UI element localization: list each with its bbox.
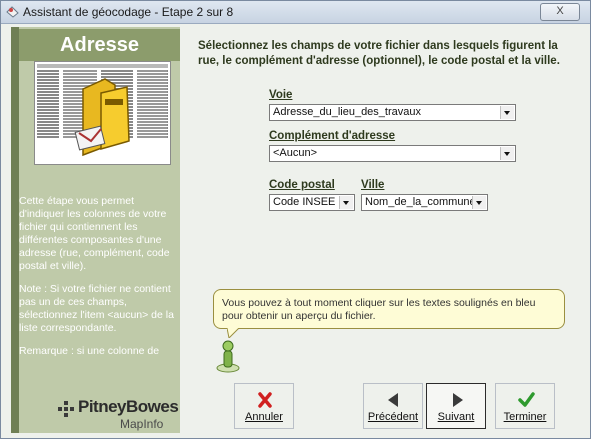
window-title: Assistant de géocodage - Etape 2 sur 8 xyxy=(23,5,234,19)
pitney-bowes-mark-icon xyxy=(58,401,74,417)
tip-bubble: Vous pouvez à tout moment cliquer sur le… xyxy=(213,289,565,329)
left-panel-stripe xyxy=(11,27,19,433)
step-remark: Remarque : si une colonne de xyxy=(19,345,160,357)
close-button[interactable]: X xyxy=(540,3,580,21)
step-title: Adresse xyxy=(19,29,180,61)
checkmark-icon xyxy=(518,392,535,407)
previous-label: Précédent xyxy=(367,411,419,423)
ville-value: Nom_de_la_commune_lieu xyxy=(365,196,488,208)
ville-select[interactable]: Nom_de_la_commune_lieu xyxy=(361,194,488,211)
mail-folder-icon xyxy=(74,78,130,157)
assistant-figure-icon xyxy=(216,340,240,373)
instructions-heading: Sélectionnez les champs de votre fichier… xyxy=(198,40,560,67)
ville-label[interactable]: Ville xyxy=(361,179,384,191)
complement-value: <Aucun> xyxy=(273,147,318,159)
wizard-app-icon xyxy=(6,6,19,18)
voie-label[interactable]: Voie xyxy=(269,89,292,101)
previous-button[interactable]: Précédent xyxy=(363,383,423,429)
code-postal-value: Code INSEE xyxy=(273,196,336,208)
voie-select[interactable]: Adresse_du_lieu_des_travaux xyxy=(269,104,516,121)
finish-label: Terminer xyxy=(503,411,547,423)
chevron-down-icon[interactable] xyxy=(500,106,514,119)
code-postal-select[interactable]: Code INSEE xyxy=(269,194,355,211)
next-label: Suivant xyxy=(437,411,475,423)
title-bar[interactable]: Assistant de géocodage - Etape 2 sur 8 X xyxy=(1,1,590,24)
wizard-window: Assistant de géocodage - Etape 2 sur 8 X… xyxy=(0,0,591,439)
chevron-down-icon[interactable] xyxy=(500,147,514,160)
cancel-icon xyxy=(258,392,272,408)
finish-button[interactable]: Terminer xyxy=(495,383,555,429)
logo-name: PitneyBowes xyxy=(78,397,179,416)
step-description: Cette étape vous permet d'indiquer les c… xyxy=(19,195,170,272)
voie-value: Adresse_du_lieu_des_travaux xyxy=(273,106,421,118)
arrow-right-icon xyxy=(453,393,463,407)
tip-text: Vous pouvez à tout moment cliquer sur le… xyxy=(222,297,536,322)
complement-label[interactable]: Complément d'adresse xyxy=(269,130,395,142)
logo-subtitle: MapInfo xyxy=(120,417,164,431)
chevron-down-icon[interactable] xyxy=(472,196,486,209)
complement-select[interactable]: <Aucun> xyxy=(269,145,516,162)
chevron-down-icon[interactable] xyxy=(339,196,353,209)
step-note: Note : Si votre fichier ne contient pas … xyxy=(19,283,174,334)
arrow-left-icon xyxy=(388,393,398,407)
cancel-label: Annuler xyxy=(245,411,283,423)
next-button[interactable]: Suivant xyxy=(426,383,486,429)
cancel-button[interactable]: Annuler xyxy=(234,383,294,429)
code-postal-label[interactable]: Code postal xyxy=(269,179,335,191)
close-icon: X xyxy=(556,5,564,17)
